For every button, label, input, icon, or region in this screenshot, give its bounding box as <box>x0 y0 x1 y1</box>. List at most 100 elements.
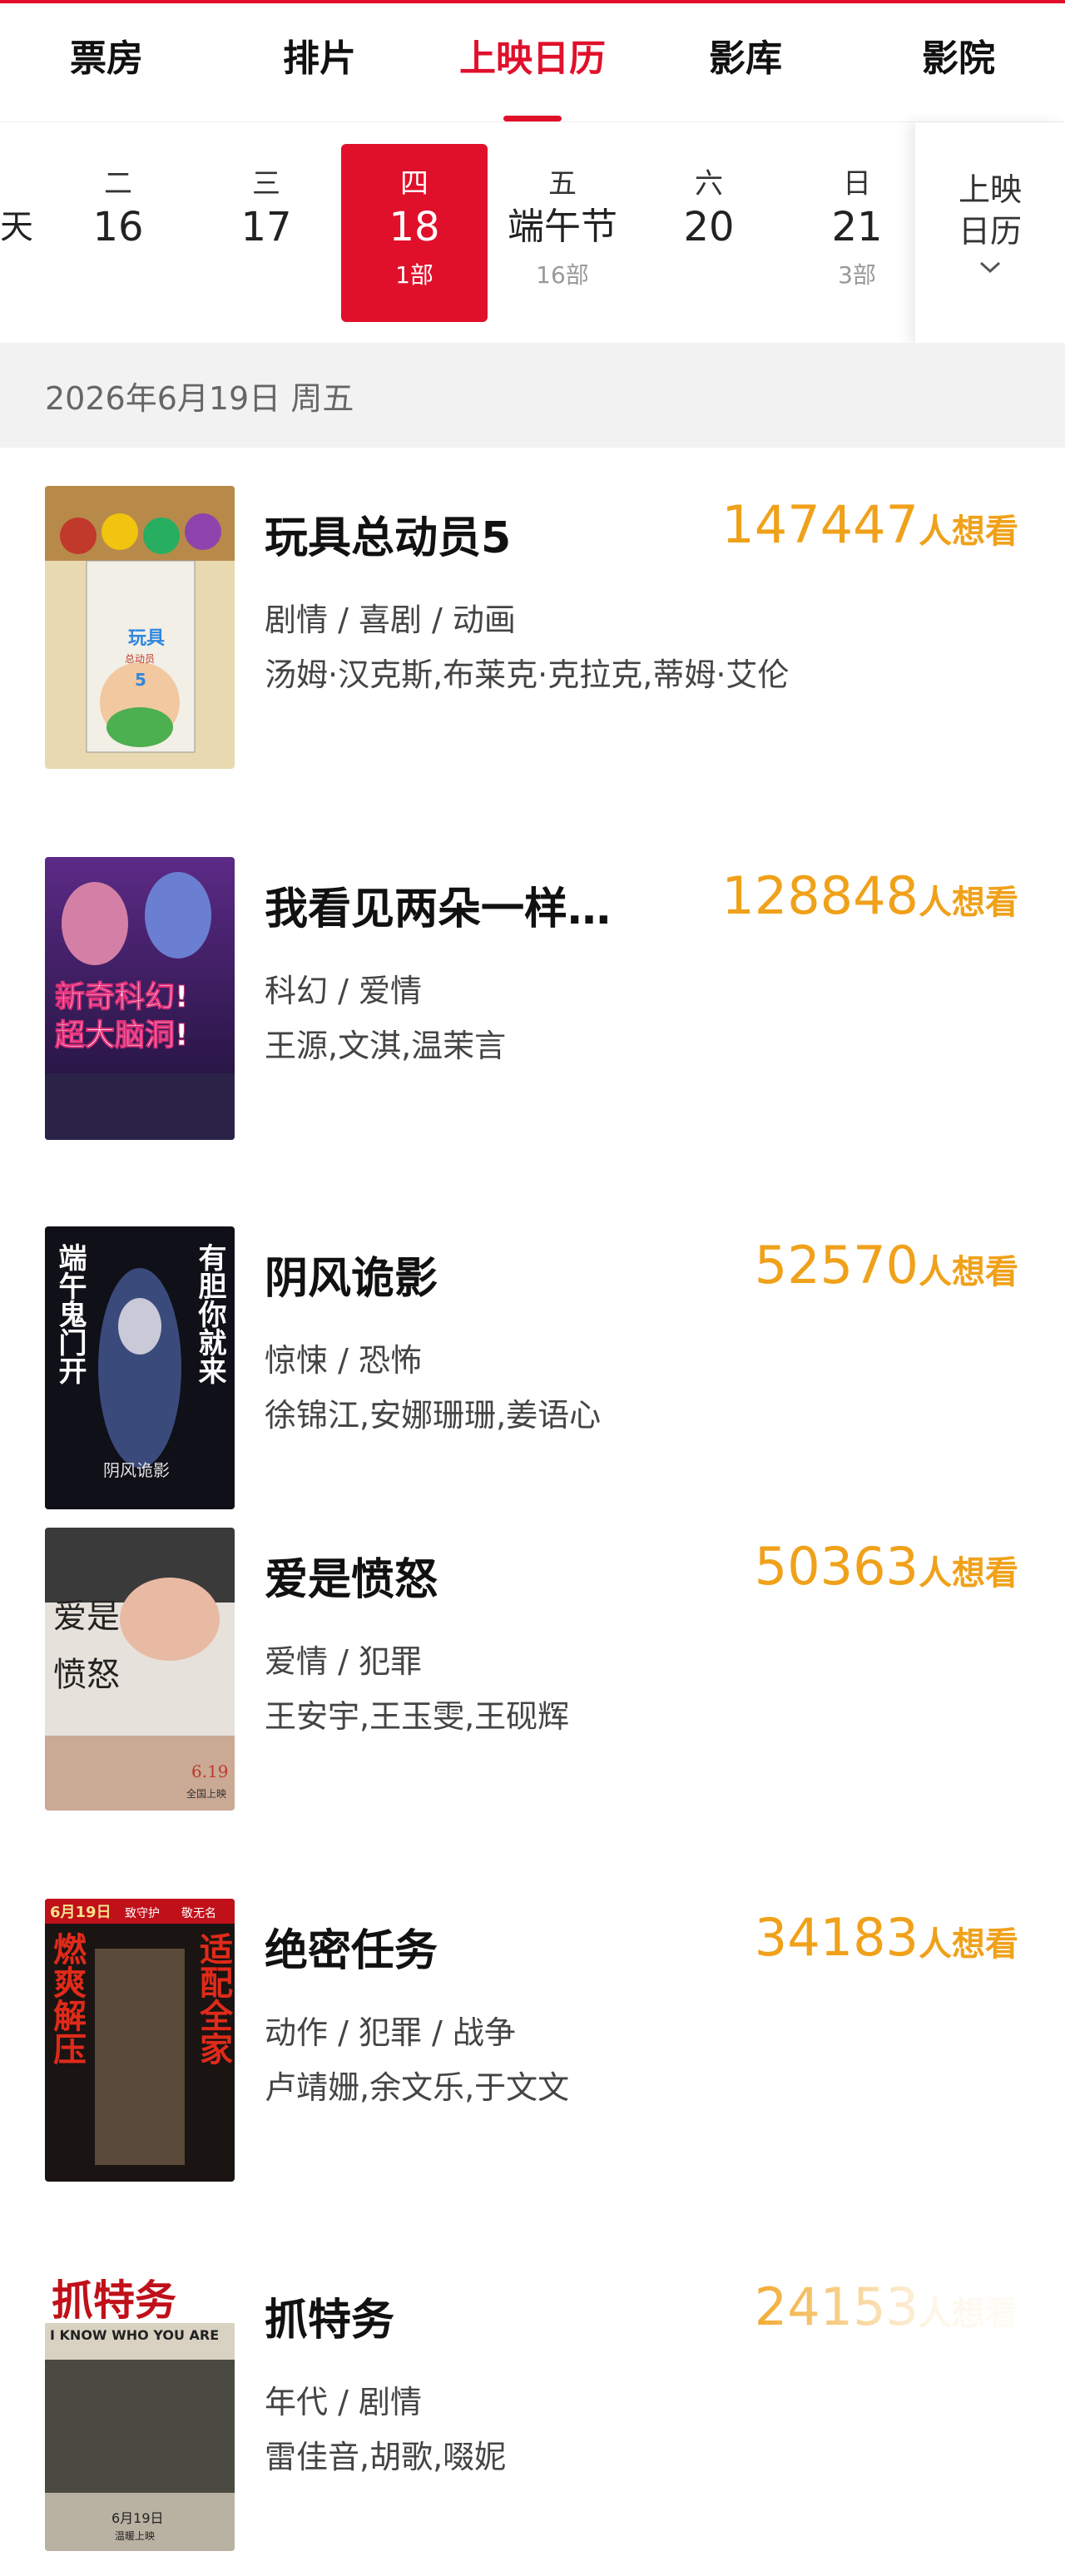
movie-poster[interactable]: 6月19日 致守护 敬无名 燃爽解压 适配全家 <box>45 1899 235 2182</box>
svg-text:敬无名: 敬无名 <box>181 1907 216 1920</box>
movie-item[interactable]: 抓特务 I KNOW WHO YOU ARE 6月19日 温暖上映 抓特务 24… <box>0 2268 1065 2551</box>
svg-text:温暖上映: 温暖上映 <box>115 2530 155 2542</box>
svg-text:端午鬼门开: 端午鬼门开 <box>53 1243 87 1385</box>
date-item[interactable]: 天 <box>0 144 33 322</box>
want-number: 50363 <box>754 1536 919 1597</box>
date-day: 20 <box>683 204 735 250</box>
date-day: 17 <box>240 204 292 250</box>
movie-poster[interactable]: 爱是 愤怒 6.19 全国上映 <box>45 1528 235 1811</box>
chevron-down-icon <box>915 259 1065 279</box>
movie-cast: 徐锦江,安娜珊珊,姜语心 <box>265 1397 602 1434</box>
tab-movie-library[interactable]: 影库 <box>639 3 852 121</box>
svg-text:6月19日: 6月19日 <box>50 1904 111 1921</box>
want-to-see-count: 128848人想看 <box>721 865 1018 926</box>
movie-cast: 汤姆·汉克斯,布莱克·克拉克,蒂姆·艾伦 <box>265 656 790 693</box>
movie-poster[interactable]: 玩具 总动员 5 <box>45 486 235 769</box>
tab-schedule[interactable]: 排片 <box>213 3 426 121</box>
top-tab-bar: 票房 排片 上映日历 影库 影院 <box>0 3 1065 121</box>
want-to-see-count: 52570人想看 <box>755 1235 1018 1295</box>
date-item[interactable]: 三 17 <box>193 144 339 322</box>
tab-release-calendar[interactable]: 上映日历 <box>426 3 639 121</box>
date-item[interactable]: 二 16 <box>45 144 191 322</box>
svg-text:I KNOW WHO YOU ARE: I KNOW WHO YOU ARE <box>50 2327 219 2343</box>
watermark-fade <box>732 2268 1065 2368</box>
svg-text:超大脑洞!: 超大脑洞! <box>55 1018 188 1053</box>
calendar-toggle-button[interactable]: 上映 日历 <box>915 122 1065 344</box>
svg-text:5: 5 <box>135 670 146 690</box>
calendar-label-line2: 日历 <box>958 213 1022 250</box>
calendar-label-line1: 上映 <box>958 171 1022 208</box>
date-weekday <box>0 161 33 194</box>
movie-cast: 卢靖姗,余文乐,于文文 <box>265 2069 570 2106</box>
date-day: 21 <box>831 204 883 250</box>
want-to-see-count: 147447人想看 <box>721 494 1018 555</box>
movie-item[interactable]: 玩具 总动员 5 玩具总动员5 147447人想看 剧情 / 喜剧 / 动画 汤… <box>0 486 1065 769</box>
date-section-header: 2026年6月19日 周五 <box>0 343 1065 448</box>
movie-title: 绝密任务 <box>265 1926 438 1976</box>
svg-text:总动员: 总动员 <box>125 653 155 665</box>
date-item[interactable]: 五 端午节 16部 <box>489 144 636 322</box>
date-strip: 天 二 16 三 17 四 18 1部 五 端午节 16部 六 20 日 21 … <box>0 121 1065 344</box>
date-weekday: 五 <box>548 167 577 201</box>
date-item[interactable]: 六 20 <box>636 144 782 322</box>
want-suffix: 人想看 <box>919 513 1018 551</box>
movie-cast: 王源,文淇,温茉言 <box>265 1028 507 1064</box>
tab-box-office[interactable]: 票房 <box>0 3 213 121</box>
movie-title: 阴风诡影 <box>265 1254 438 1304</box>
date-day: 天 <box>0 208 33 246</box>
want-to-see-count: 50363人想看 <box>755 1536 1018 1597</box>
svg-text:6月19日: 6月19日 <box>111 2510 164 2526</box>
want-number: 128848 <box>721 865 919 926</box>
movie-title: 抓特务 <box>265 2296 395 2346</box>
want-suffix: 人想看 <box>919 1554 1018 1593</box>
movie-item[interactable]: 爱是 愤怒 6.19 全国上映 爱是愤怒 50363人想看 爱情 / 犯罪 王安… <box>0 1528 1065 1811</box>
movie-title: 爱是愤怒 <box>265 1555 438 1605</box>
svg-text:新奇科幻!: 新奇科幻! <box>55 980 188 1014</box>
movie-title: 我看见两朵一样… <box>265 884 612 934</box>
date-item-selected[interactable]: 四 18 1部 <box>341 144 488 322</box>
svg-text:愤怒: 愤怒 <box>53 1656 120 1694</box>
svg-text:适配全家: 适配全家 <box>194 1932 234 2065</box>
svg-text:爱是: 爱是 <box>53 1598 120 1636</box>
svg-text:抓特务: 抓特务 <box>52 2276 176 2325</box>
date-release-count: 3部 <box>838 261 876 289</box>
svg-text:燃爽解压: 燃爽解压 <box>47 1932 87 2065</box>
movie-item[interactable]: 端午鬼门开 有胆你就来 阴风诡影 阴风诡影 52570人想看 惊悚 / 恐怖 徐… <box>0 1226 1065 1509</box>
date-weekday: 二 <box>104 167 132 201</box>
movie-cast: 雷佳音,胡歌,啜妮 <box>265 2439 507 2475</box>
movie-genre: 爱情 / 犯罪 <box>265 1643 422 1680</box>
want-number: 52570 <box>754 1235 919 1295</box>
date-weekday: 三 <box>252 167 280 201</box>
movie-item[interactable]: 新奇科幻! 超大脑洞! 我看见两朵一样… 128848人想看 科幻 / 爱情 王… <box>0 857 1065 1140</box>
svg-text:6.19: 6.19 <box>191 1761 229 1781</box>
movie-poster[interactable]: 新奇科幻! 超大脑洞! <box>45 857 235 1140</box>
movie-title: 玩具总动员5 <box>265 513 512 563</box>
movie-genre: 科幻 / 爱情 <box>265 973 422 1009</box>
date-item[interactable]: 日 21 3部 <box>784 144 930 322</box>
want-suffix: 人想看 <box>919 1925 1018 1964</box>
section-date-label: 2026年6月19日 周五 <box>45 380 354 417</box>
tab-cinemas[interactable]: 影院 <box>852 3 1065 121</box>
date-weekday: 六 <box>695 167 723 201</box>
svg-text:致守护: 致守护 <box>125 1907 160 1920</box>
date-release-count: 1部 <box>395 261 433 289</box>
date-weekday: 四 <box>400 167 428 201</box>
date-release-count: 16部 <box>536 261 589 289</box>
date-day: 端午节 <box>508 206 617 248</box>
want-number: 34183 <box>754 1907 919 1968</box>
svg-text:玩具: 玩具 <box>128 628 165 649</box>
movie-item[interactable]: 6月19日 致守护 敬无名 燃爽解压 适配全家 绝密任务 34183人想看 动作… <box>0 1899 1065 2182</box>
want-number: 147447 <box>721 494 919 555</box>
movie-poster[interactable]: 抓特务 I KNOW WHO YOU ARE 6月19日 温暖上映 <box>45 2268 235 2551</box>
svg-text:阴风诡影: 阴风诡影 <box>103 1460 170 1480</box>
date-day: 18 <box>389 204 440 250</box>
movie-genre: 剧情 / 喜剧 / 动画 <box>265 602 516 638</box>
want-suffix: 人想看 <box>919 884 1018 922</box>
movie-poster[interactable]: 端午鬼门开 有胆你就来 阴风诡影 <box>45 1226 235 1509</box>
svg-text:全国上映: 全国上映 <box>186 1787 226 1800</box>
movie-genre: 惊悚 / 恐怖 <box>265 1342 422 1379</box>
date-weekday: 日 <box>843 167 871 201</box>
want-suffix: 人想看 <box>919 1253 1018 1291</box>
want-to-see-count: 34183人想看 <box>755 1907 1018 1968</box>
movie-cast: 王安宇,王玉雯,王砚辉 <box>265 1698 570 1735</box>
